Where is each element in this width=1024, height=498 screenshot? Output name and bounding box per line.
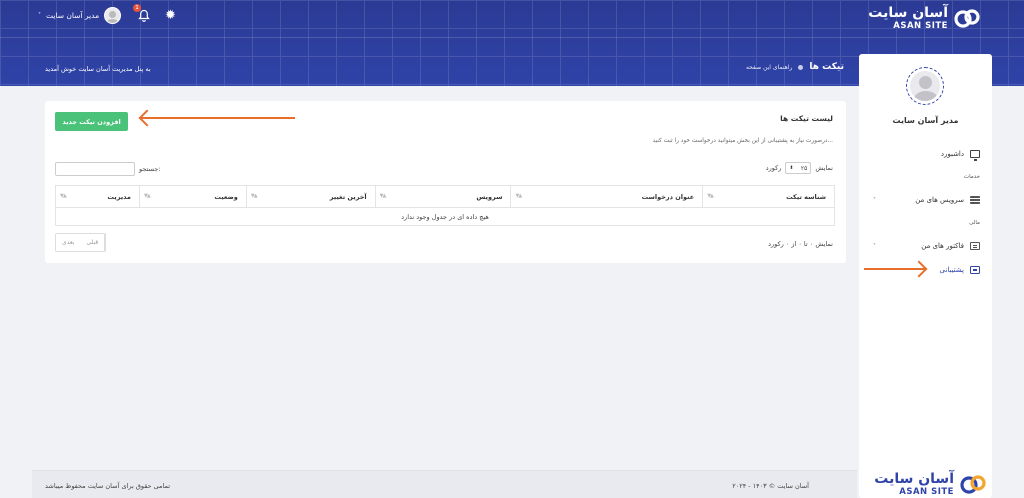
profile-avatar[interactable] [906, 67, 944, 105]
show-label: نمایش [815, 164, 833, 172]
bell-icon[interactable] [138, 9, 150, 22]
search-input[interactable] [55, 162, 135, 176]
user-menu[interactable]: ˅ مدیر آسان سایت [38, 7, 122, 24]
notification-badge: 1 [133, 4, 141, 12]
sidebar: مدیر آسان سایت داشبورد خدمات سرویس های م… [859, 54, 992, 498]
add-ticket-button[interactable]: افزودن تیکت جدید [55, 112, 128, 131]
sidebar-item-label: پشتیبانی [939, 266, 964, 274]
page-size-value: ۲۵ [800, 164, 808, 172]
page-guide-link[interactable]: راهنمای این صفحه [746, 64, 792, 71]
sort-icon: ▲▼ [707, 193, 714, 199]
footer-brand-logo[interactable]: آسان سایت ASAN SITE [874, 472, 986, 497]
brand-name-en: ASAN SITE [893, 21, 948, 31]
sort-icon: ▲▼ [379, 193, 387, 199]
prev-page-button[interactable]: قبلی [80, 234, 106, 251]
sort-icon: ▲▼ [515, 193, 522, 199]
column-header[interactable]: سرویس ▲▼ [374, 185, 512, 208]
chevron-down-icon[interactable]: ˅ [873, 197, 876, 204]
column-header[interactable]: عنوان درخواست ▲▼ [510, 185, 704, 208]
search-label: جستجو: [139, 165, 161, 173]
page-size-select[interactable]: ⬍ ۲۵ [785, 162, 812, 174]
sidebar-item-label: فاکتور های من [921, 242, 964, 250]
tickets-description: درصورت نیاز به پشتیبانی از این بخش میتوا… [652, 138, 833, 144]
server-icon [970, 196, 980, 204]
chevron-down-icon[interactable]: ˅ [873, 243, 876, 250]
invoice-icon [970, 242, 980, 250]
sidebar-item-label: داشبورد [940, 150, 964, 158]
sort-icon: ▲▼ [60, 193, 67, 199]
header-divider [0, 37, 1024, 38]
empty-table-message: هیچ داده ای در جدول وجود ندارد [55, 207, 835, 226]
sidebar-user-name: مدیر آسان سایت [892, 116, 959, 125]
avatar [104, 7, 122, 24]
brand-mark-icon [960, 475, 986, 494]
tickets-card: لیست تیکت ها درصورت نیاز به پشتیبانی از … [45, 101, 846, 263]
pagination: بعدی قبلی [55, 233, 107, 252]
monitor-icon [970, 150, 980, 161]
tickets-table: شناسه تیکت ▲▼ عنوان درخواست ▲▼ سرویس ▲▼ آخر… [55, 185, 835, 226]
annotation-arrow-left [140, 117, 295, 119]
sidebar-category-services: خدمات [963, 174, 980, 180]
table-header-row: شناسه تیکت ▲▼ عنوان درخواست ▲▼ سرویس ▲▼ آخر… [55, 185, 835, 208]
column-header[interactable]: شناسه تیکت ▲▼ [702, 185, 835, 208]
brand-name-en: ASAN SITE [899, 487, 954, 497]
next-page-button[interactable]: بعدی [56, 234, 81, 251]
brand-mark-icon [954, 9, 980, 28]
page-title: تیکت ها [809, 62, 844, 72]
gear-icon[interactable]: ✹ [165, 9, 178, 22]
support-icon [970, 266, 980, 274]
guide-dot-icon [798, 64, 804, 70]
sort-icon: ▲▼ [143, 193, 151, 199]
sidebar-item-support[interactable]: پشتیبانی [940, 266, 980, 274]
brand-name-fa: آسان سایت [868, 5, 948, 21]
search-control: جستجو: [55, 162, 161, 176]
sidebar-item-label: سرویس های من [915, 196, 964, 204]
column-header[interactable]: وضعیت ▲▼ [138, 185, 247, 208]
page-header: راهنمای این صفحه تیکت ها [746, 62, 844, 72]
brand-name-fa: آسان سایت [874, 471, 954, 487]
sort-updown-icon: ⬍ [789, 165, 794, 171]
sort-icon: ▲▼ [250, 193, 258, 199]
welcome-message: به پنل مدیریت آسان سایت خوش آمدید [45, 65, 151, 73]
sidebar-item-dashboard[interactable]: داشبورد [940, 150, 980, 161]
records-label: رکورد [765, 164, 782, 172]
column-header[interactable]: مدیریت ▲▼ [55, 185, 140, 208]
user-name: مدیر آسان سایت [46, 11, 100, 20]
sidebar-item-my-services[interactable]: سرویس های من [915, 196, 980, 204]
footer-copyright: ۲۰۲۴ - ۱۴۰۳ © آسان سایت [732, 482, 809, 490]
sidebar-category-finance: مالی [969, 220, 980, 226]
page-size-control: رکورد ⬍ ۲۵ نمایش [766, 162, 833, 174]
column-header[interactable]: آخرین تغییر ▲▼ [245, 185, 376, 208]
footer: تمامی حقوق برای آسان سایت محفوظ میباشد ۲… [32, 470, 857, 498]
table-row: هیچ داده ای در جدول وجود ندارد [55, 207, 835, 226]
brand-logo[interactable]: آسان سایت ASAN SITE [868, 6, 980, 31]
tickets-title: لیست تیکت ها [780, 114, 833, 123]
chevron-down-icon: ˅ [38, 12, 41, 19]
table-info: نمایش ۰ تا ۰ از ۰ رکورد [768, 240, 833, 248]
annotation-arrow-right [864, 268, 926, 270]
footer-rights: تمامی حقوق برای آسان سایت محفوظ میباشد [45, 482, 171, 490]
sidebar-item-my-invoices[interactable]: فاکتور های من [921, 242, 980, 250]
